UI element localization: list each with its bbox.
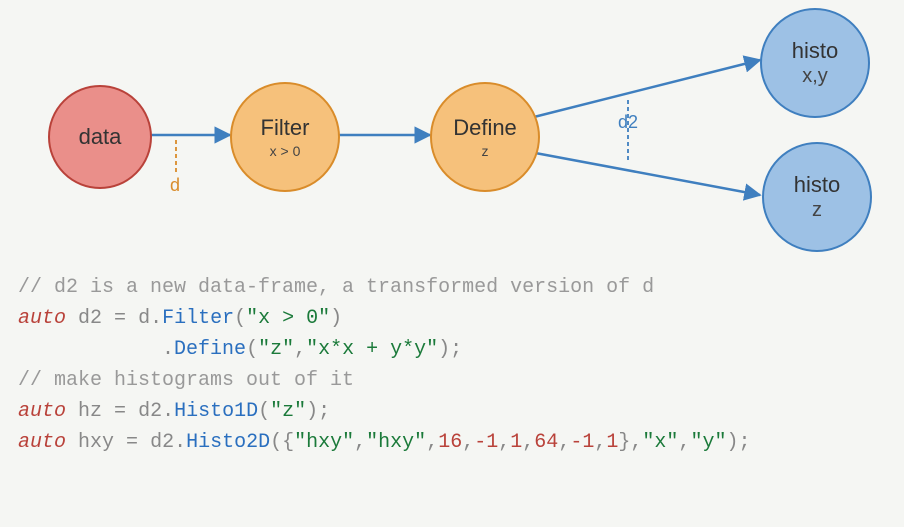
code-line-6: auto hxy = d2.Histo2D({"hxy","hxy",16,-1… <box>18 427 886 458</box>
code-block: // d2 is a new data-frame, a transformed… <box>0 260 904 458</box>
node-define-sub: z <box>482 143 489 159</box>
node-histo-z-sub: z <box>812 199 822 222</box>
code-line-1: // d2 is a new data-frame, a transformed… <box>18 272 886 303</box>
node-define: Define z <box>430 82 540 192</box>
pipeline-diagram: data Filter x > 0 Define z histo x,y his… <box>0 0 904 260</box>
node-histo-xy-sub: x,y <box>802 65 828 88</box>
code-line-5: auto hz = d2.Histo1D("z"); <box>18 396 886 427</box>
code-line-4: // make histograms out of it <box>18 365 886 396</box>
node-filter-title: Filter <box>261 115 310 140</box>
code-line-2: auto d2 = d.Filter("x > 0") <box>18 303 886 334</box>
node-filter-sub: x > 0 <box>270 143 301 159</box>
node-data-title: data <box>79 124 122 149</box>
edge-label-d2: d2 <box>618 112 638 133</box>
node-histo-z-title: histo <box>794 172 840 197</box>
node-histo-xy-title: histo <box>792 38 838 63</box>
node-data: data <box>48 85 152 189</box>
code-comment-1: // d2 is a new data-frame, a transformed… <box>18 276 654 299</box>
node-histo-z: histo z <box>762 142 872 252</box>
code-line-3: .Define("z","x*x + y*y"); <box>18 334 886 365</box>
node-histo-xy: histo x,y <box>760 8 870 118</box>
edge-label-d: d <box>170 175 180 196</box>
node-define-title: Define <box>453 115 517 140</box>
code-comment-2: // make histograms out of it <box>18 369 354 392</box>
node-filter: Filter x > 0 <box>230 82 340 192</box>
